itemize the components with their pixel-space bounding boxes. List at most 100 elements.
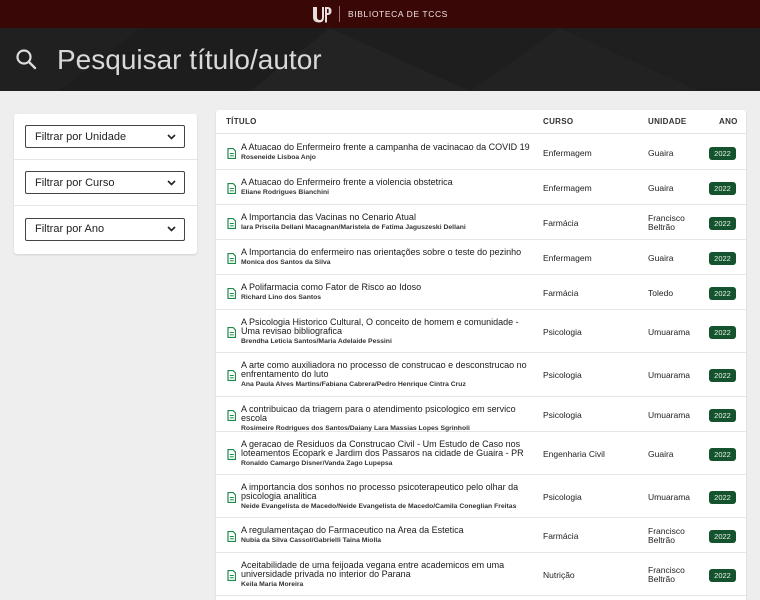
row-course: Psicologia	[543, 370, 582, 380]
document-icon	[227, 449, 236, 460]
row-course: Enfermagem	[543, 148, 592, 158]
row-title[interactable]: A geracao de Residuos da Construcao Civi…	[241, 440, 531, 468]
row-title[interactable]: Aceitabilidade de uma feijoada vegana en…	[241, 561, 531, 589]
column-header-unidade[interactable]: UNIDADE	[648, 117, 687, 126]
row-title-text[interactable]: A Importancia do enfermeiro nas orientaç…	[241, 247, 521, 257]
row-authors: Monica dos Santos da Silva	[241, 259, 331, 266]
row-unit: Umuarama	[648, 370, 691, 380]
row-title-text[interactable]: A arte como auxiliadora no processo de c…	[241, 360, 527, 379]
table-row[interactable]: A regulamentaçao do Farmaceutico na Area…	[216, 518, 746, 553]
row-course: Nutrição	[543, 570, 575, 580]
row-title[interactable]: A importancia dos sonhos no processo psi…	[241, 483, 531, 511]
row-course: Psicologia	[543, 327, 582, 337]
row-unit: Umuarama	[648, 327, 691, 337]
document-icon	[227, 531, 236, 542]
row-title[interactable]: A regulamentaçao do Farmaceutico na Area…	[241, 526, 531, 545]
row-title[interactable]: A Psicologia Historico Cultural, O conce…	[241, 318, 531, 346]
row-title[interactable]: A Importancia das Vacinas no Cenario Atu…	[241, 213, 531, 232]
table-row[interactable]: A Polifarmacia como Fator de Risco ao Id…	[216, 275, 746, 310]
table-header: TÍTULO CURSO UNIDADE ANO	[216, 110, 746, 134]
row-title[interactable]: A Atuacao do Enfermeiro frente a violenc…	[241, 178, 531, 197]
row-title[interactable]: A arte como auxiliadora no processo de c…	[241, 361, 531, 389]
row-title-text[interactable]: A geracao de Residuos da Construcao Civi…	[241, 439, 524, 458]
row-title-text[interactable]: A Psicologia Historico Cultural, O conce…	[241, 317, 519, 336]
year-badge: 2022	[709, 252, 736, 265]
search-input[interactable]	[57, 40, 737, 80]
logo-divider	[339, 6, 341, 22]
row-title[interactable]: A Importancia do enfermeiro nas orientaç…	[241, 248, 531, 267]
table-row[interactable]: Aceitabilidade de uma feijoada vegana en…	[216, 553, 746, 596]
row-unit: Guaira	[648, 253, 674, 263]
document-icon	[227, 253, 236, 264]
row-title-text[interactable]: Aceitabilidade de uma feijoada vegana en…	[241, 560, 504, 579]
year-badge: 2022	[709, 530, 736, 543]
row-course: Psicologia	[543, 410, 582, 420]
row-title-text[interactable]: A importancia dos sonhos no processo psi…	[241, 482, 518, 501]
row-title-text[interactable]: A Polifarmacia como Fator de Risco ao Id…	[241, 282, 421, 292]
row-unit: Francisco Beltrão	[648, 213, 685, 232]
filters-panel: Filtrar por Unidade Filtrar por Curso Fi…	[14, 114, 197, 254]
row-title-text[interactable]: A Atuacao do Enfermeiro frente a campanh…	[241, 142, 530, 152]
logo[interactable]: BIBLIOTECA DE TCCS	[312, 6, 448, 23]
filter-curso-label: Filtrar por Curso	[35, 176, 115, 189]
filter-curso-select[interactable]: Filtrar por Curso	[25, 171, 185, 194]
row-authors: Ana Paula Alves Martins/Fabiana Cabrera/…	[241, 381, 466, 388]
row-unit: Francisco Beltrão	[648, 526, 685, 545]
document-icon	[227, 327, 236, 338]
filter-unidade-row: Filtrar por Unidade	[14, 114, 197, 160]
top-bar: BIBLIOTECA DE TCCS	[0, 0, 760, 28]
document-icon	[227, 570, 236, 581]
search-icon[interactable]	[15, 48, 37, 70]
row-title-text[interactable]: A Importancia das Vacinas no Cenario Atu…	[241, 212, 416, 222]
chevron-down-icon	[167, 133, 176, 140]
table-row[interactable]: A arte como auxiliadora no processo de c…	[216, 353, 746, 397]
university-logo-icon	[313, 6, 332, 22]
document-icon	[227, 218, 236, 229]
year-badge: 2022	[709, 491, 736, 504]
year-badge: 2022	[709, 409, 736, 422]
row-unit: Guaira	[648, 449, 674, 459]
column-header-titulo[interactable]: TÍTULO	[226, 117, 257, 126]
row-authors: Eliane Rodrigues Bianchini	[241, 189, 329, 196]
row-authors: Ronaldo Camargo Disner/Vanda Zago Lupeps…	[241, 460, 393, 467]
row-title-text[interactable]: A contribuicao da triagem para o atendim…	[241, 404, 516, 423]
row-unit: Toledo	[648, 288, 674, 298]
table-row[interactable]: A geracao de Residuos da Construcao Civi…	[216, 432, 746, 475]
site-brand: BIBLIOTECA DE TCCS	[348, 9, 448, 19]
row-course: Enfermagem	[543, 183, 592, 193]
filter-ano-select[interactable]: Filtrar por Ano	[25, 217, 185, 241]
row-unit: Guaira	[648, 148, 674, 158]
table-row[interactable]: A contribuicao da triagem para o atendim…	[216, 397, 746, 432]
row-title-text[interactable]: A regulamentaçao do Farmaceutico na Area…	[241, 525, 464, 535]
table-row[interactable]: A Importancia das Vacinas no Cenario Atu…	[216, 205, 746, 240]
row-title[interactable]: A contribuicao da triagem para o atendim…	[241, 405, 531, 433]
row-title[interactable]: A Atuacao do Enfermeiro frente a campanh…	[241, 143, 531, 162]
column-header-ano[interactable]: ANO	[719, 117, 738, 126]
row-authors: Roseneide Lisboa Anjo	[241, 154, 316, 161]
filter-unidade-select[interactable]: Filtrar por Unidade	[25, 125, 185, 148]
table-row[interactable]: A Importancia do enfermeiro nas orientaç…	[216, 240, 746, 275]
row-title[interactable]: A Polifarmacia como Fator de Risco ao Id…	[241, 283, 531, 302]
search-hero	[0, 28, 760, 91]
row-authors: Richard Lino dos Santos	[241, 294, 322, 301]
document-icon	[227, 492, 236, 503]
year-badge: 2022	[709, 217, 736, 230]
row-authors: Iara Priscila Dellani Macagnan/Maristela…	[241, 224, 466, 231]
document-icon	[227, 370, 236, 381]
row-title-text[interactable]: A Atuacao do Enfermeiro frente a violenc…	[241, 177, 453, 187]
document-icon	[227, 183, 236, 194]
year-badge: 2022	[709, 147, 736, 160]
document-icon	[227, 148, 236, 159]
row-unit: Guaira	[648, 183, 674, 193]
table-row[interactable]: A importancia dos sonhos no processo psi…	[216, 475, 746, 518]
table-row[interactable]: A Psicologia Historico Cultural, O conce…	[216, 310, 746, 353]
year-badge: 2022	[709, 182, 736, 195]
column-header-curso[interactable]: CURSO	[543, 117, 573, 126]
year-badge: 2022	[709, 287, 736, 300]
table-row[interactable]: A Atuacao do Enfermeiro frente a campanh…	[216, 135, 746, 170]
table-row[interactable]: A Atuacao do Enfermeiro frente a violenc…	[216, 170, 746, 205]
year-badge: 2022	[709, 569, 736, 582]
document-icon	[227, 288, 236, 299]
filter-ano-label: Filtrar por Ano	[35, 223, 105, 235]
row-course: Farmácia	[543, 531, 579, 541]
